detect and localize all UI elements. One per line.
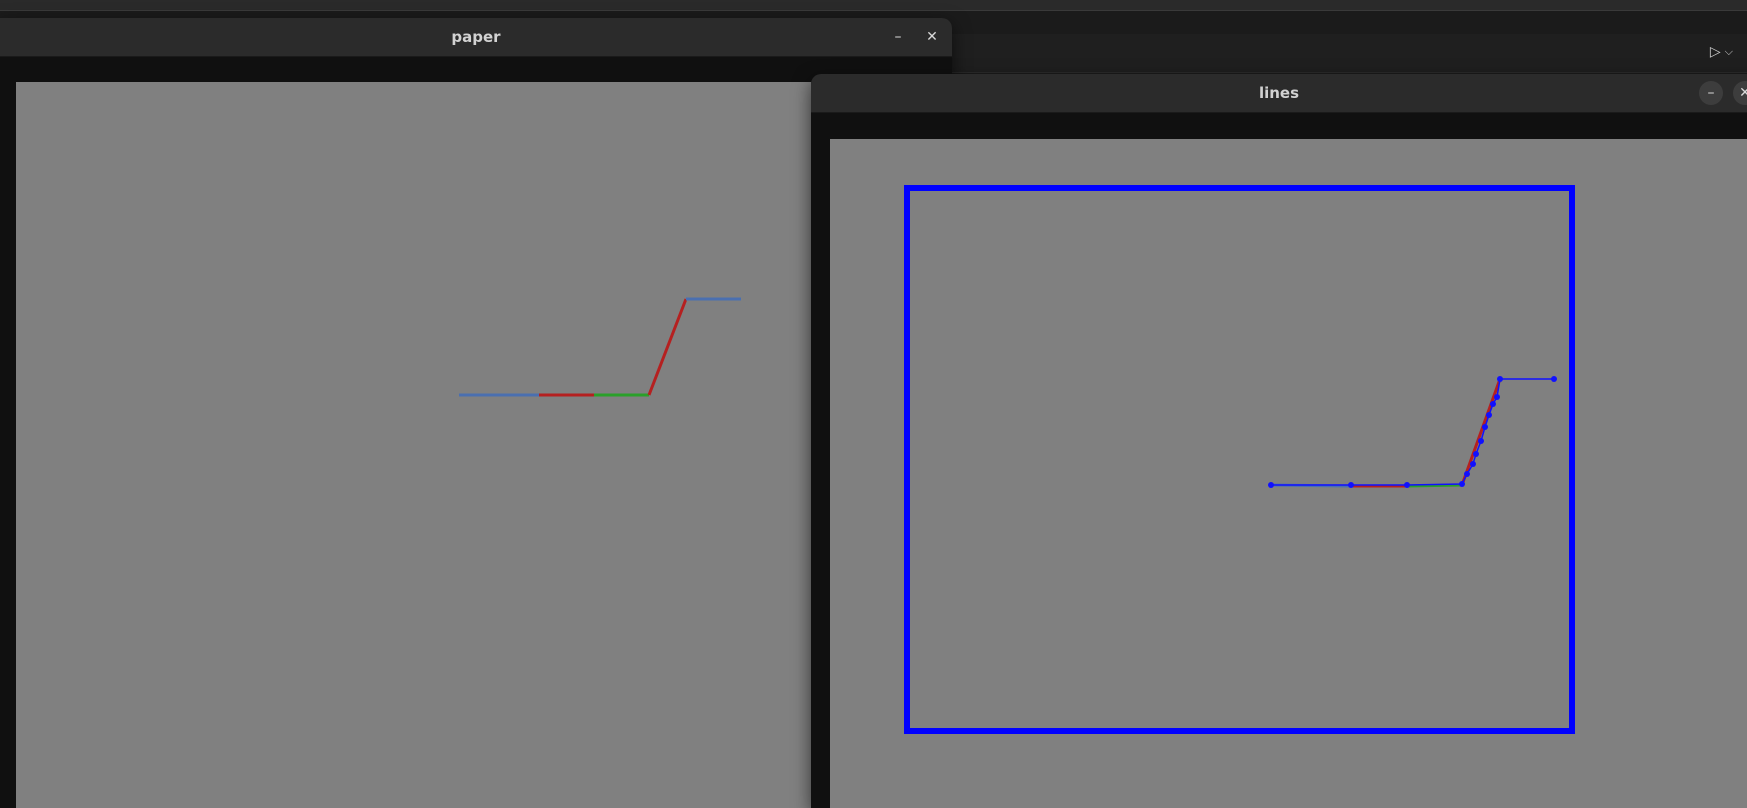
polyline-point <box>1464 471 1470 477</box>
polyline-point <box>1478 438 1484 444</box>
polyline-point <box>1459 481 1465 487</box>
paper-canvas-area <box>0 57 952 808</box>
close-icon[interactable]: ✕ <box>1733 81 1747 105</box>
close-icon[interactable]: ✕ <box>920 25 944 49</box>
minimize-icon[interactable]: – <box>1699 81 1723 105</box>
lines-titlebar[interactable]: lines <box>811 74 1747 113</box>
window-title: lines <box>1258 84 1300 102</box>
polyline-point <box>1486 412 1492 418</box>
lines-window-controls: – ✕ <box>1699 74 1747 112</box>
polyline-point <box>1268 482 1274 488</box>
chevron-down-icon[interactable]: ⌵ <box>1725 45 1733 59</box>
top-strip <box>0 0 1747 11</box>
lines-drawing <box>904 185 1575 734</box>
polyline-point <box>1494 394 1500 400</box>
minimize-icon[interactable]: – <box>886 25 910 49</box>
play-icon[interactable]: ▷ <box>1710 44 1721 60</box>
paper-image <box>16 82 816 808</box>
paper-window: paper – ✕ <box>0 18 952 808</box>
line-segment-red-diagonal <box>647 298 688 396</box>
paper-window-controls: – ✕ <box>886 18 944 56</box>
paper-drawing <box>459 297 741 397</box>
polyline-point <box>1490 401 1496 407</box>
polyline-point <box>1482 424 1488 430</box>
lines-window: lines – ✕ <box>811 74 1747 808</box>
lines-canvas-area <box>811 113 1747 808</box>
polyline-point <box>1497 376 1503 382</box>
line-segment-red-diagonal <box>1460 378 1502 486</box>
fitted-polyline <box>1271 378 1554 486</box>
polyline-point <box>1348 482 1354 488</box>
polyline-point <box>1470 461 1476 467</box>
desktop: ▷ ⌵ paper – ✕ lines – ✕ <box>0 0 1747 808</box>
polyline-point <box>1404 482 1410 488</box>
paper-titlebar[interactable]: paper <box>0 18 952 57</box>
background-run-controls: ▷ ⌵ <box>1710 44 1733 60</box>
window-title: paper <box>451 28 501 46</box>
lines-image <box>830 139 1747 808</box>
polyline-point <box>1551 376 1557 382</box>
polyline-point <box>1473 451 1479 457</box>
